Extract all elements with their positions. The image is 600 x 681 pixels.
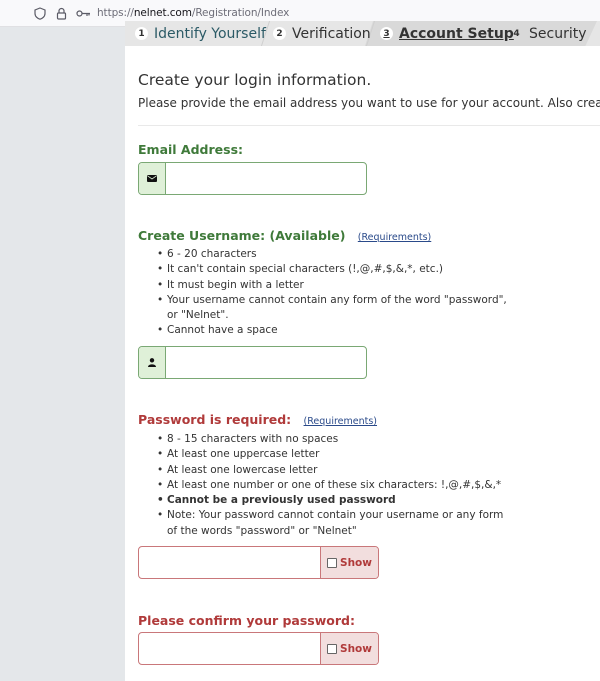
step-label: Identify Yourself (154, 25, 266, 42)
url-prefix: https:// (97, 7, 134, 19)
username-field (138, 346, 367, 379)
password-label: Password is required: (Requirements) (138, 412, 377, 427)
key-icon[interactable] (75, 6, 91, 20)
show-confirm-password-toggle[interactable]: Show (320, 633, 378, 664)
step-number: 4 (513, 28, 520, 39)
email-field (138, 162, 367, 195)
username-input[interactable] (166, 347, 366, 378)
list-item: 8 - 15 characters with no spaces (157, 432, 512, 448)
registration-steps: 1 Identify Yourself 2 Verification 3 Acc… (125, 21, 600, 46)
divider (138, 125, 600, 126)
user-icon (139, 347, 166, 378)
account-setup-panel: Create your login information. Please pr… (125, 46, 600, 681)
show-password-label: Show (340, 556, 372, 569)
page-description: Please provide the email address you wan… (138, 96, 600, 110)
url-text[interactable]: https://nelnet.com/Registration/Index (97, 7, 289, 19)
list-item: It must begin with a letter (157, 278, 512, 294)
password-field: Show (138, 546, 379, 579)
password-requirements-link[interactable]: (Requirements) (304, 416, 377, 427)
list-item: Cannot be a previously used password (157, 493, 512, 509)
confirm-password-input[interactable] (139, 633, 320, 664)
envelope-icon (139, 163, 166, 194)
step-label: Account Setup (399, 25, 514, 42)
email-input[interactable] (166, 163, 366, 194)
lock-icon[interactable] (54, 6, 68, 20)
step-verification[interactable]: 2 Verification (273, 21, 371, 46)
email-label: Email Address: (138, 142, 244, 157)
step-identify-yourself[interactable]: 1 Identify Yourself (135, 21, 266, 46)
username-requirements-link[interactable]: (Requirements) (358, 232, 431, 243)
step-number: 3 (380, 27, 393, 40)
username-rules-list: 6 - 20 characters It can't contain speci… (157, 247, 512, 339)
list-item: It can't contain special characters (!,@… (157, 262, 512, 278)
step-security[interactable]: 4 Security (510, 21, 587, 46)
url-domain: nelnet.com (133, 7, 192, 19)
step-label: Verification (292, 25, 371, 42)
url-path: /Registration/Index (191, 7, 290, 19)
show-confirm-password-checkbox[interactable] (327, 643, 338, 654)
username-label: Create Username: (Available) (Requiremen… (138, 228, 431, 243)
step-label: Security (529, 25, 587, 42)
list-item: At least one number or one of these six … (157, 478, 512, 494)
show-password-checkbox[interactable] (327, 557, 338, 568)
step-account-setup[interactable]: 3 Account Setup (380, 21, 514, 46)
username-label-text: Create Username: (Available) (138, 228, 346, 243)
page-title: Create your login information. (138, 71, 372, 89)
list-item: Your username cannot contain any form of… (157, 293, 512, 324)
list-item: Cannot have a space (157, 323, 512, 339)
list-item: At least one uppercase letter (157, 447, 512, 463)
step-number: 2 (273, 27, 286, 40)
show-confirm-password-label: Show (340, 642, 372, 655)
list-item: Note: Your password cannot contain your … (157, 508, 512, 539)
password-rules-list: 8 - 15 characters with no spaces At leas… (157, 432, 512, 539)
password-label-text: Password is required: (138, 412, 292, 427)
confirm-password-field: Show (138, 632, 379, 665)
password-input[interactable] (139, 547, 320, 578)
step-number: 1 (135, 27, 148, 40)
shield-icon[interactable] (33, 6, 47, 20)
list-item: At least one lowercase letter (157, 463, 512, 479)
confirm-password-label: Please confirm your password: (138, 613, 355, 628)
list-item: 6 - 20 characters (157, 247, 512, 263)
show-password-toggle[interactable]: Show (320, 547, 378, 578)
